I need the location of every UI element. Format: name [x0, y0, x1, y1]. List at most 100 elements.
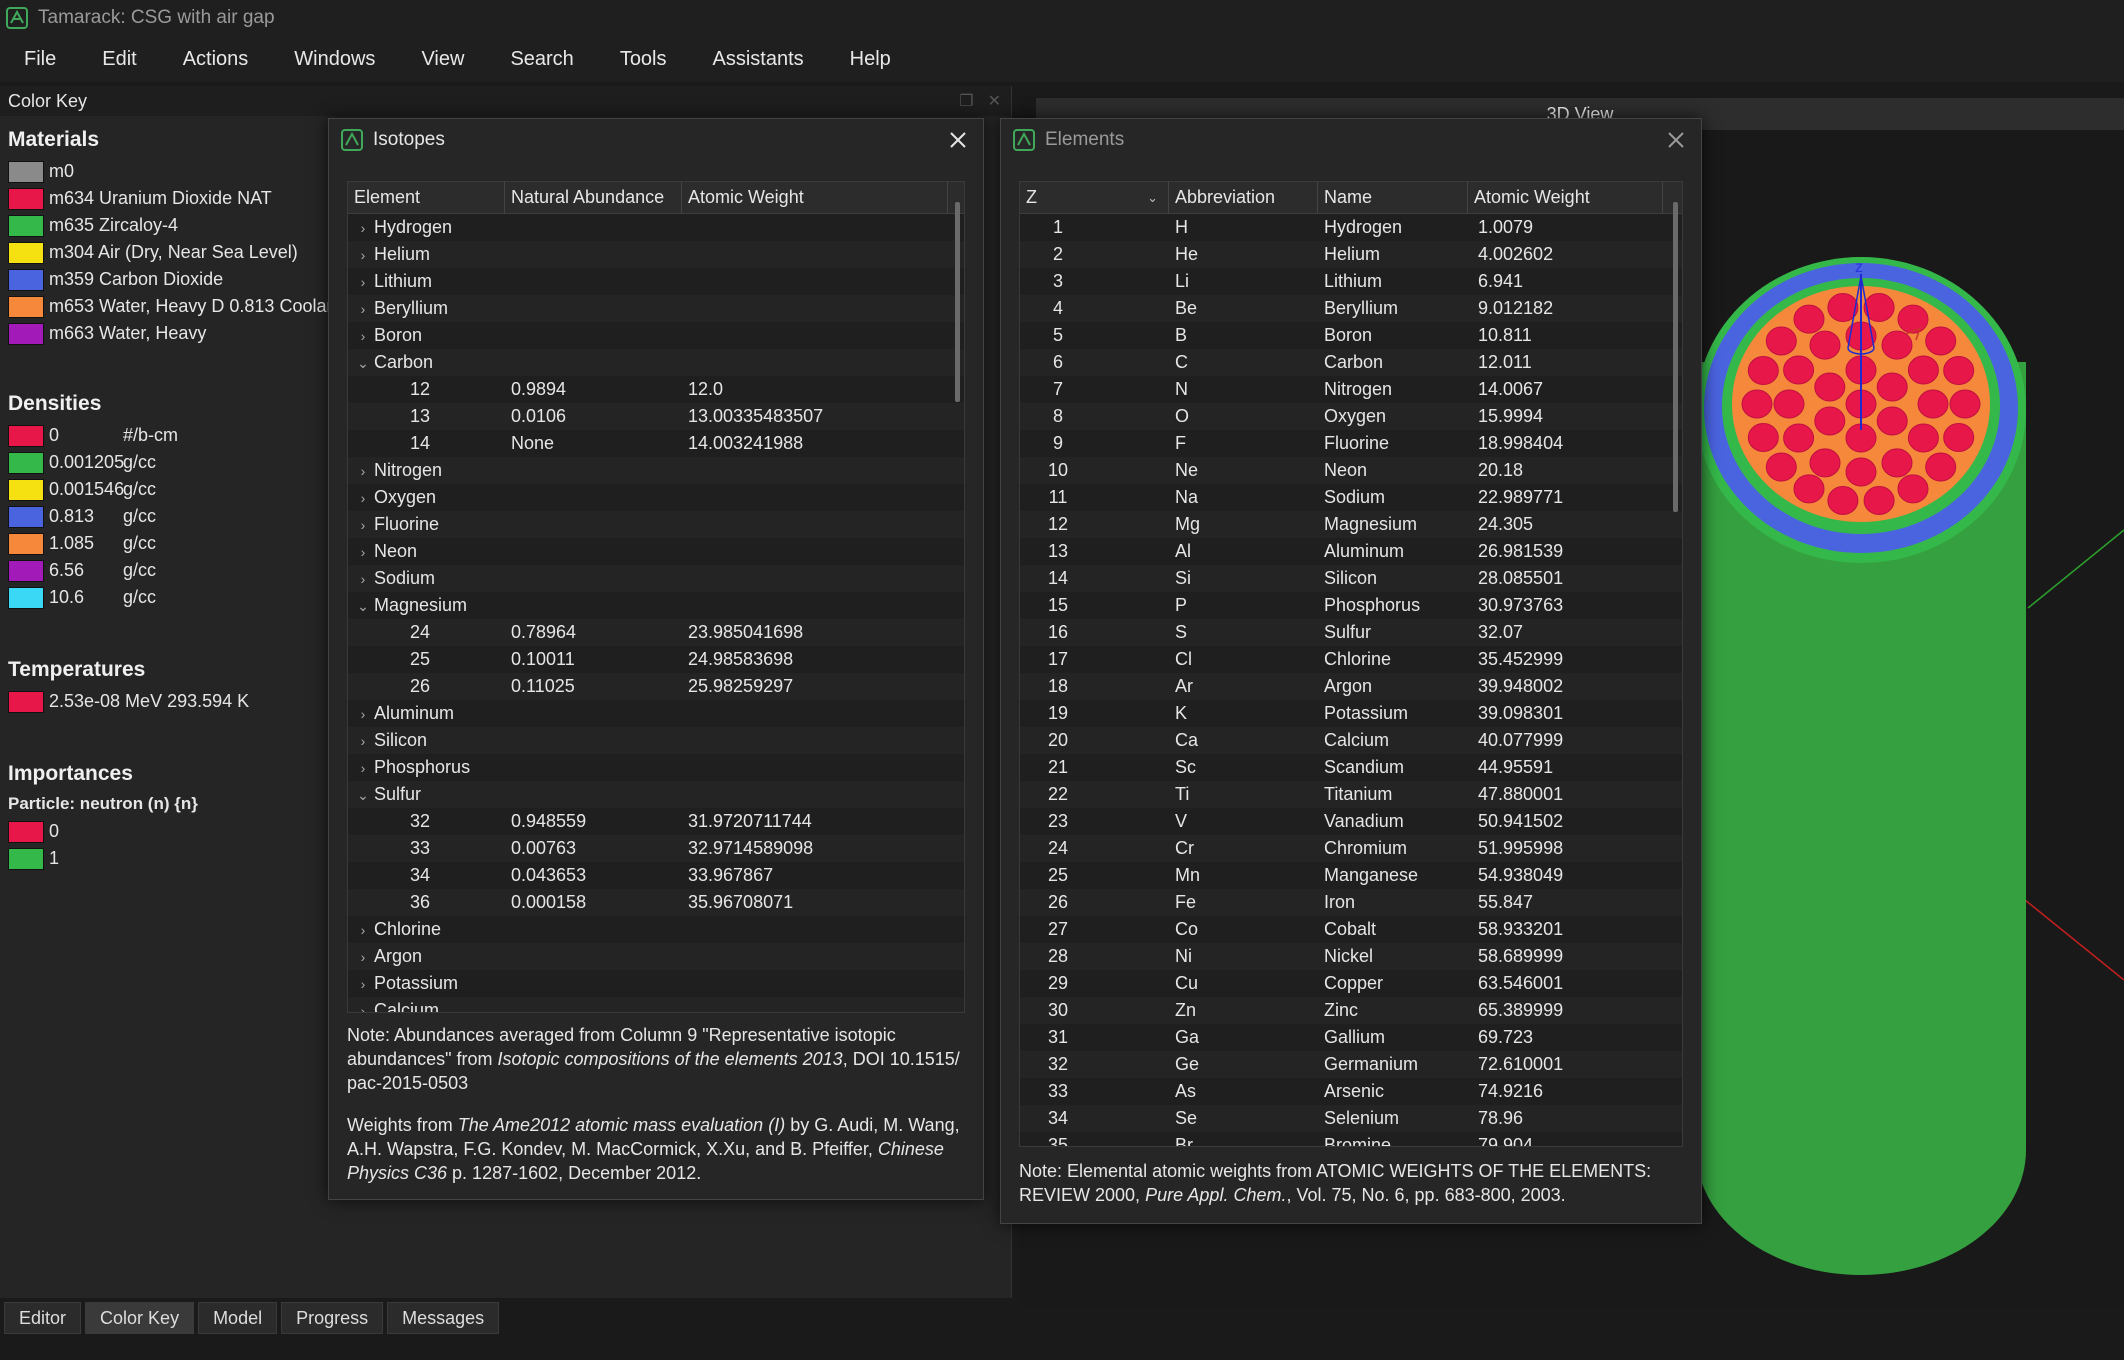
chevron-right-icon[interactable]: › [352, 976, 374, 992]
isotope-row[interactable]: 32 0.948559 31.9720711744 [348, 808, 964, 835]
element-tree-row[interactable]: › Phosphorus [348, 754, 964, 781]
element-tree-row[interactable]: › Potassium [348, 970, 964, 997]
col-name[interactable]: Name [1318, 182, 1468, 213]
element-tree-row[interactable]: › Neon [348, 538, 964, 565]
table-row[interactable]: 18 Ar Argon 39.948002 [1020, 673, 1682, 700]
menu-help[interactable]: Help [836, 42, 905, 77]
table-row[interactable]: 20 Ca Calcium 40.077999 [1020, 727, 1682, 754]
table-row[interactable]: 17 Cl Chlorine 35.452999 [1020, 646, 1682, 673]
table-row[interactable]: 3 Li Lithium 6.941 [1020, 268, 1682, 295]
element-tree-row[interactable]: › Fluorine [348, 511, 964, 538]
table-row[interactable]: 29 Cu Copper 63.546001 [1020, 970, 1682, 997]
element-tree-row[interactable]: › Silicon [348, 727, 964, 754]
element-tree-row[interactable]: › Aluminum [348, 700, 964, 727]
chevron-right-icon[interactable]: › [352, 490, 374, 506]
table-row[interactable]: 6 C Carbon 12.011 [1020, 349, 1682, 376]
tab-progress[interactable]: Progress [281, 1302, 384, 1334]
menu-tools[interactable]: Tools [606, 42, 681, 77]
table-row[interactable]: 15 P Phosphorus 30.973763 [1020, 592, 1682, 619]
chevron-right-icon[interactable]: › [352, 733, 374, 749]
element-tree-row[interactable]: › Calcium [348, 997, 964, 1012]
col-atomic-weight[interactable]: Atomic Weight [1468, 182, 1663, 213]
table-row[interactable]: 35 Br Bromine 79.904 [1020, 1132, 1682, 1146]
chevron-down-icon[interactable]: ⌄ [352, 598, 374, 615]
table-row[interactable]: 22 Ti Titanium 47.880001 [1020, 781, 1682, 808]
table-row[interactable]: 12 Mg Magnesium 24.305 [1020, 511, 1682, 538]
chevron-right-icon[interactable]: › [352, 517, 374, 533]
chevron-down-icon[interactable]: ⌄ [352, 787, 374, 804]
table-row[interactable]: 28 Ni Nickel 58.689999 [1020, 943, 1682, 970]
tab-color-key[interactable]: Color Key [85, 1302, 195, 1334]
isotope-row[interactable]: 24 0.78964 23.985041698 [348, 619, 964, 646]
chevron-right-icon[interactable]: › [352, 463, 374, 479]
col-z[interactable]: Z ⌄ [1020, 182, 1169, 213]
menu-view[interactable]: View [407, 42, 478, 77]
table-row[interactable]: 30 Zn Zinc 65.389999 [1020, 997, 1682, 1024]
table-row[interactable]: 14 Si Silicon 28.085501 [1020, 565, 1682, 592]
isotope-row[interactable]: 36 0.000158 35.96708071 [348, 889, 964, 916]
chevron-right-icon[interactable]: › [352, 922, 374, 938]
chevron-right-icon[interactable]: › [352, 247, 374, 263]
isotope-row[interactable]: 33 0.00763 32.9714589098 [348, 835, 964, 862]
table-row[interactable]: 1 H Hydrogen 1.0079 [1020, 214, 1682, 241]
element-tree-row[interactable]: ⌄ Carbon [348, 349, 964, 376]
isotope-row[interactable]: 34 0.043653 33.967867 [348, 862, 964, 889]
table-row[interactable]: 11 Na Sodium 22.989771 [1020, 484, 1682, 511]
chevron-right-icon[interactable]: › [352, 274, 374, 290]
element-tree-row[interactable]: › Oxygen [348, 484, 964, 511]
dock-close-icon[interactable]: ✕ [988, 91, 1001, 111]
table-row[interactable]: 4 Be Beryllium 9.012182 [1020, 295, 1682, 322]
menu-assistants[interactable]: Assistants [699, 42, 818, 77]
elements-scrollbar[interactable] [1673, 202, 1678, 512]
table-row[interactable]: 34 Se Selenium 78.96 [1020, 1105, 1682, 1132]
table-row[interactable]: 10 Ne Neon 20.18 [1020, 457, 1682, 484]
table-row[interactable]: 33 As Arsenic 74.9216 [1020, 1078, 1682, 1105]
menu-windows[interactable]: Windows [280, 42, 389, 77]
element-tree-row[interactable]: › Boron [348, 322, 964, 349]
element-tree-row[interactable]: ⌄ Magnesium [348, 592, 964, 619]
table-row[interactable]: 19 K Potassium 39.098301 [1020, 700, 1682, 727]
table-row[interactable]: 25 Mn Manganese 54.938049 [1020, 862, 1682, 889]
undock-icon[interactable]: ❐ [959, 91, 973, 111]
col-abbreviation[interactable]: Abbreviation [1169, 182, 1318, 213]
chevron-down-icon[interactable]: ⌄ [352, 355, 374, 372]
isotope-row[interactable]: 25 0.10011 24.98583698 [348, 646, 964, 673]
menu-file[interactable]: File [10, 42, 70, 77]
element-tree-row[interactable]: › Lithium [348, 268, 964, 295]
table-row[interactable]: 27 Co Cobalt 58.933201 [1020, 916, 1682, 943]
isotope-row[interactable]: 12 0.9894 12.0 [348, 376, 964, 403]
menu-edit[interactable]: Edit [88, 42, 150, 77]
table-row[interactable]: 26 Fe Iron 55.847 [1020, 889, 1682, 916]
element-tree-row[interactable]: ⌄ Sulfur [348, 781, 964, 808]
element-tree-row[interactable]: › Hydrogen [348, 214, 964, 241]
tab-messages[interactable]: Messages [387, 1302, 500, 1334]
table-row[interactable]: 23 V Vanadium 50.941502 [1020, 808, 1682, 835]
table-row[interactable]: 32 Ge Germanium 72.610001 [1020, 1051, 1682, 1078]
menu-actions[interactable]: Actions [169, 42, 263, 77]
element-tree-row[interactable]: › Helium [348, 241, 964, 268]
element-tree-row[interactable]: › Beryllium [348, 295, 964, 322]
tab-editor[interactable]: Editor [4, 1302, 82, 1334]
table-row[interactable]: 2 He Helium 4.002602 [1020, 241, 1682, 268]
menu-search[interactable]: Search [496, 42, 587, 77]
col-natural-abundance[interactable]: Natural Abundance [505, 182, 682, 213]
chevron-right-icon[interactable]: › [352, 544, 374, 560]
chevron-right-icon[interactable]: › [352, 1003, 374, 1012]
chevron-right-icon[interactable]: › [352, 328, 374, 344]
element-tree-row[interactable]: › Nitrogen [348, 457, 964, 484]
table-row[interactable]: 9 F Fluorine 18.998404 [1020, 430, 1682, 457]
table-row[interactable]: 8 O Oxygen 15.9994 [1020, 403, 1682, 430]
table-row[interactable]: 7 N Nitrogen 14.0067 [1020, 376, 1682, 403]
chevron-right-icon[interactable]: › [352, 220, 374, 236]
isotope-row[interactable]: 13 0.0106 13.00335483507 [348, 403, 964, 430]
isotope-row[interactable]: 26 0.11025 25.98259297 [348, 673, 964, 700]
chevron-right-icon[interactable]: › [352, 571, 374, 587]
elements-close-icon[interactable] [1665, 129, 1687, 151]
element-tree-row[interactable]: › Argon [348, 943, 964, 970]
tab-model[interactable]: Model [198, 1302, 278, 1334]
table-row[interactable]: 16 S Sulfur 32.07 [1020, 619, 1682, 646]
table-row[interactable]: 24 Cr Chromium 51.995998 [1020, 835, 1682, 862]
table-row[interactable]: 21 Sc Scandium 44.95591 [1020, 754, 1682, 781]
element-tree-row[interactable]: › Sodium [348, 565, 964, 592]
chevron-right-icon[interactable]: › [352, 949, 374, 965]
